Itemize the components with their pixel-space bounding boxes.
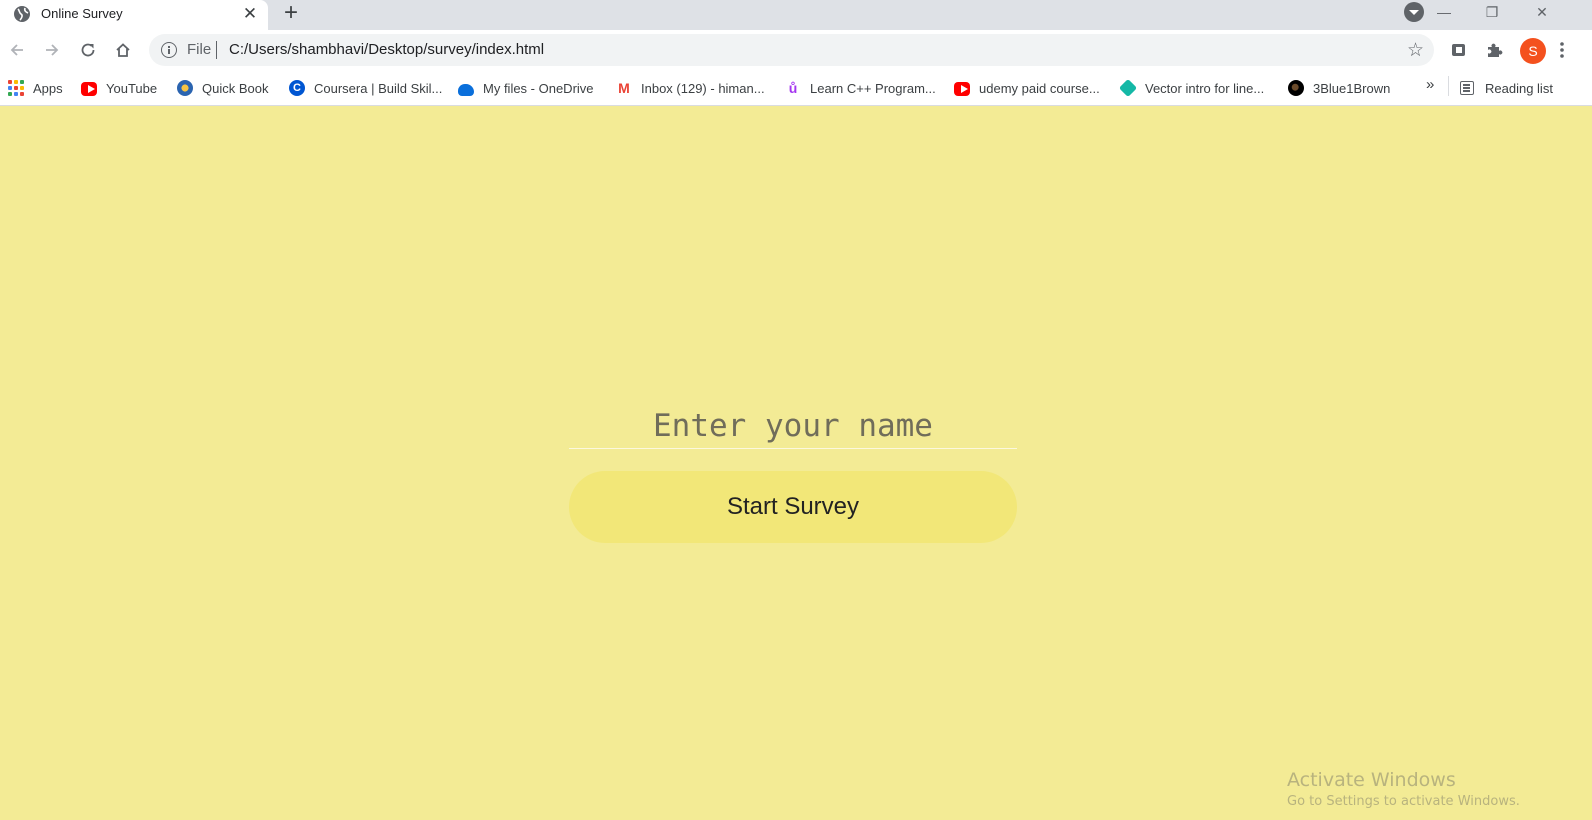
- home-icon: [116, 43, 130, 57]
- back-button[interactable]: [1, 34, 33, 66]
- bookmark-apps[interactable]: Apps: [8, 76, 63, 100]
- more-bookmarks-button[interactable]: »: [1426, 76, 1434, 93]
- bookmark-quick-book[interactable]: Quick Book: [177, 76, 268, 100]
- arrow-right-icon: [46, 44, 59, 56]
- bookmark-youtube[interactable]: YouTube: [81, 76, 157, 100]
- bookmark-star-icon[interactable]: ☆: [1407, 39, 1424, 62]
- bookmarks-bar: Apps YouTube Quick Book C Coursera | Bui…: [0, 70, 1592, 106]
- bookmark-label: Learn C++ Program...: [810, 80, 936, 96]
- name-input[interactable]: [569, 403, 1017, 449]
- profile-avatar[interactable]: S: [1520, 38, 1546, 64]
- tab-title: Online Survey: [41, 6, 123, 21]
- tab-search-icon[interactable]: [1404, 2, 1424, 22]
- bookmarks-divider: [1448, 76, 1449, 96]
- 3blue1brown-icon: [1288, 80, 1304, 96]
- onedrive-icon: [458, 83, 474, 96]
- kebab-menu-icon: [1560, 42, 1564, 58]
- reading-list-label: Reading list: [1485, 80, 1553, 96]
- bookmark-label: Inbox (129) - himan...: [641, 80, 765, 96]
- quick-book-icon: [177, 80, 193, 96]
- activate-windows-subtitle: Go to Settings to activate Windows.: [1287, 794, 1520, 809]
- reload-button[interactable]: [72, 34, 104, 66]
- bookmark-label: udemy paid course...: [979, 80, 1100, 96]
- extension-icon[interactable]: [1445, 36, 1473, 64]
- bookmark-coursera[interactable]: C Coursera | Build Skil...: [289, 76, 442, 100]
- url-text[interactable]: C:/Users/shambhavi/Desktop/survey/index.…: [229, 41, 544, 58]
- bookmark-udemy-paid[interactable]: udemy paid course...: [954, 76, 1100, 100]
- forward-button[interactable]: [36, 34, 68, 66]
- bookmark-3blue1brown[interactable]: 3Blue1Brown: [1288, 76, 1390, 100]
- arrow-left-icon: [10, 44, 23, 56]
- menu-button[interactable]: [1548, 36, 1576, 64]
- extensions-button[interactable]: [1480, 36, 1508, 64]
- close-tab-icon[interactable]: ✕: [238, 2, 262, 26]
- restore-button[interactable]: ❐: [1472, 0, 1512, 24]
- tab-online-survey[interactable]: Online Survey ✕: [0, 0, 268, 30]
- apps-grid-icon: [8, 80, 24, 96]
- url-scheme: File: [187, 41, 212, 58]
- youtube-icon: [954, 81, 970, 96]
- reload-icon: [81, 43, 95, 57]
- info-icon[interactable]: [161, 42, 177, 58]
- home-button[interactable]: [107, 34, 139, 66]
- close-window-button[interactable]: ✕: [1522, 0, 1562, 24]
- bookmark-label: 3Blue1Brown: [1313, 80, 1391, 96]
- bookmark-label: Quick Book: [202, 80, 269, 96]
- youtube-icon: [81, 81, 97, 96]
- gmail-icon: M: [618, 80, 630, 96]
- bookmark-label: Vector intro for line...: [1145, 80, 1265, 96]
- coursera-icon: C: [289, 80, 305, 96]
- reading-list-button[interactable]: Reading list: [1460, 76, 1553, 100]
- bookmark-gmail[interactable]: M Inbox (129) - himan...: [616, 76, 765, 100]
- bookmark-label: YouTube: [106, 80, 158, 96]
- tab-strip: Online Survey ✕ + — ❐ ✕: [0, 0, 1592, 30]
- bookmark-label: Coursera | Build Skil...: [314, 80, 443, 96]
- url-separator: [216, 41, 217, 59]
- bookmark-label: My files - OneDrive: [483, 80, 594, 96]
- minimize-button[interactable]: —: [1424, 0, 1464, 24]
- bookmark-label: Apps: [33, 80, 63, 96]
- bookmark-learn-cpp[interactable]: ů Learn C++ Program...: [785, 76, 936, 100]
- activate-windows-title: Activate Windows: [1287, 769, 1456, 791]
- globe-icon: [14, 6, 30, 22]
- bookmark-onedrive[interactable]: My files - OneDrive: [458, 76, 594, 100]
- udemy-icon: ů: [788, 80, 798, 96]
- page-content: Start Survey: [0, 106, 1592, 820]
- vector-icon: [1118, 78, 1138, 98]
- puzzle-icon: [1488, 43, 1503, 57]
- reading-list-icon: [1460, 81, 1474, 95]
- bookmark-vector-intro[interactable]: Vector intro for line...: [1118, 76, 1265, 100]
- new-tab-button[interactable]: +: [278, 0, 304, 26]
- browser-toolbar: File C:/Users/shambhavi/Desktop/survey/i…: [0, 30, 1592, 70]
- address-bar[interactable]: File C:/Users/shambhavi/Desktop/survey/i…: [149, 34, 1434, 66]
- start-survey-button[interactable]: Start Survey: [569, 471, 1017, 543]
- office-extension-icon: [1452, 44, 1465, 56]
